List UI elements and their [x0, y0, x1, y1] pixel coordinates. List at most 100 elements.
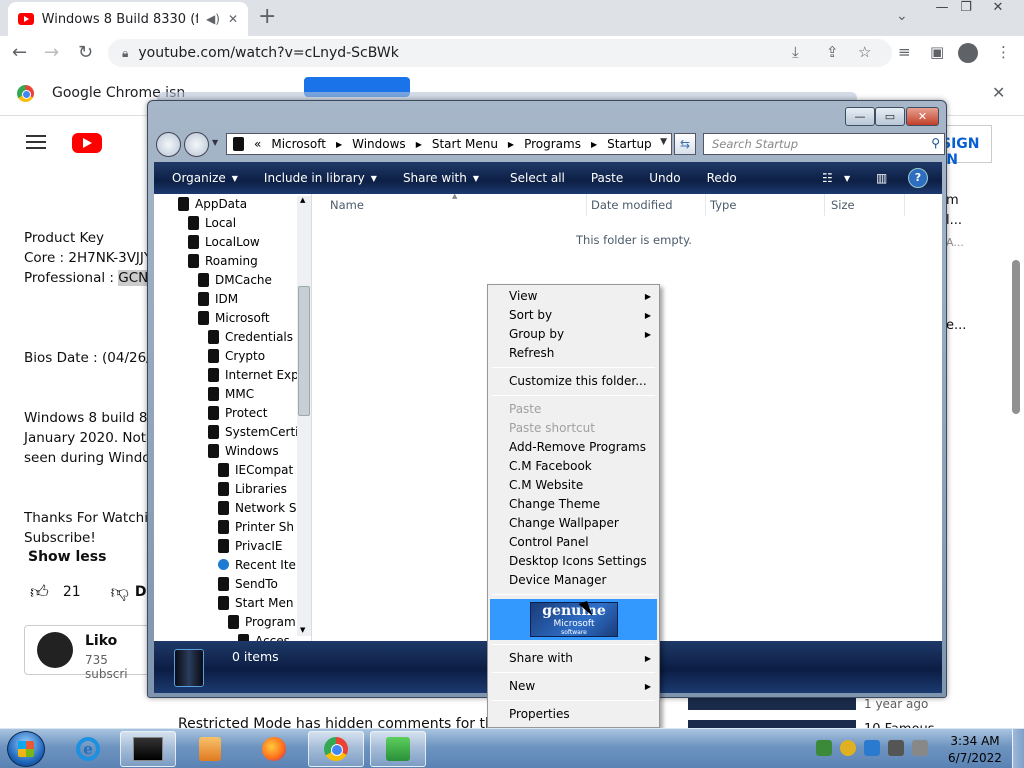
- menu-item[interactable]: New ▶: [488, 677, 659, 696]
- display-icon[interactable]: [888, 740, 904, 756]
- tree-item[interactable]: Crypto: [208, 346, 265, 365]
- explorer-search-input[interactable]: Search Startup ⚲: [703, 133, 945, 155]
- column-divider[interactable]: [705, 194, 706, 216]
- column-type[interactable]: Type: [710, 198, 736, 212]
- tree-item[interactable]: SendTo: [218, 574, 278, 593]
- explorer-back-button[interactable]: [156, 132, 181, 157]
- menu-item[interactable]: Device Manager: [488, 571, 659, 590]
- tree-item[interactable]: Network S: [218, 498, 297, 517]
- breadcrumb-item[interactable]: Startup: [607, 137, 652, 151]
- tree-item[interactable]: SystemCerti: [208, 422, 298, 441]
- tree-item[interactable]: Roaming: [188, 251, 258, 270]
- channel-card[interactable]: Liko 735 subscri: [24, 625, 154, 681]
- tree-item[interactable]: Credentials: [208, 327, 293, 346]
- clock[interactable]: 3:34 AM 6/7/2022: [944, 733, 1006, 767]
- restore-button[interactable]: ❐: [952, 0, 980, 20]
- explorer-forward-button[interactable]: [184, 132, 209, 157]
- tree-item[interactable]: Recent Ite: [218, 555, 296, 574]
- tree-item[interactable]: IECompat: [218, 460, 293, 479]
- notification-icon[interactable]: [840, 740, 856, 756]
- start-button[interactable]: [7, 731, 45, 767]
- lock-icon[interactable]: 🔒︎: [122, 46, 128, 61]
- column-divider[interactable]: [824, 194, 825, 216]
- breadcrumb-chevron-icon[interactable]: ▶: [416, 140, 422, 149]
- menu-item[interactable]: Change Theme: [488, 495, 659, 514]
- taskbar-app[interactable]: [370, 731, 426, 767]
- explorer-close-button[interactable]: ✕: [906, 107, 939, 126]
- tab-search-chevron-icon[interactable]: ⌄: [896, 8, 908, 24]
- channel-avatar[interactable]: [37, 632, 73, 668]
- tree-item[interactable]: Program: [228, 612, 296, 631]
- network-icon[interactable]: [864, 740, 880, 756]
- side-video-thumbnail[interactable]: [688, 720, 856, 728]
- address-bar[interactable]: 🔒︎ youtube.com/watch?v=cLnyd-ScBWk: [108, 39, 892, 67]
- breadcrumb-item[interactable]: Windows: [352, 137, 406, 151]
- volume-muted-icon[interactable]: [912, 740, 928, 756]
- taskbar-firefox[interactable]: [246, 731, 302, 767]
- tree-item[interactable]: Protect: [208, 403, 267, 422]
- tree-item[interactable]: Internet Exp: [208, 365, 299, 384]
- thumbs-up-icon[interactable]: 👍︎: [30, 581, 49, 603]
- menu-item[interactable]: Add-Remove Programs: [488, 438, 659, 457]
- tree-item[interactable]: IDM: [198, 289, 238, 308]
- reload-icon[interactable]: ↻: [78, 42, 93, 63]
- breadcrumb-item[interactable]: Start Menu: [432, 137, 498, 151]
- view-options-icon[interactable]: ☷: [822, 171, 833, 185]
- menu-item[interactable]: Share with ▶: [488, 649, 659, 668]
- tree-item[interactable]: Libraries: [218, 479, 287, 498]
- browser-tab[interactable]: Windows 8 Build 8330 (fbl_ie ◀) ✕: [8, 2, 248, 36]
- scroll-down-icon[interactable]: ▼: [300, 626, 305, 634]
- menu-item[interactable]: Change Wallpaper: [488, 514, 659, 533]
- new-tab-button[interactable]: +: [258, 6, 276, 28]
- side-panel-icon[interactable]: ▣: [930, 43, 944, 61]
- page-scrollbar[interactable]: [1012, 260, 1020, 414]
- side-video-thumbnail[interactable]: [688, 698, 856, 710]
- back-icon[interactable]: ←: [12, 42, 27, 63]
- redo-button[interactable]: Redo: [694, 171, 750, 185]
- breadcrumb-chevron-icon[interactable]: ▶: [591, 140, 597, 149]
- tab-close-icon[interactable]: ✕: [228, 12, 238, 26]
- star-icon[interactable]: ☆: [858, 43, 871, 61]
- address-dropdown-icon[interactable]: ▼: [660, 137, 667, 147]
- recent-pages-chevron-icon[interactable]: ▼: [212, 138, 218, 147]
- profile-icon[interactable]: [958, 43, 978, 67]
- side-video-title[interactable]: e...: [946, 318, 966, 333]
- infobar-close-icon[interactable]: ✕: [992, 83, 1005, 102]
- show-less-button[interactable]: Show less: [28, 549, 106, 565]
- tree-scroll-thumb[interactable]: [298, 286, 310, 416]
- tree-item[interactable]: Start Men: [218, 593, 293, 612]
- search-icon[interactable]: ⚲: [931, 136, 940, 150]
- tree-item[interactable]: PrivacIE: [218, 536, 282, 555]
- organize-menu[interactable]: Organize ▼: [154, 171, 251, 185]
- menu-item[interactable]: Control Panel: [488, 533, 659, 552]
- explorer-maximize-button[interactable]: ▭: [875, 107, 905, 126]
- audio-icon[interactable]: ◀): [206, 12, 220, 26]
- show-desktop-button[interactable]: [1012, 729, 1024, 768]
- chrome-menu-icon[interactable]: ⋮: [996, 43, 1011, 61]
- tree-item[interactable]: Windows: [208, 441, 279, 460]
- preview-pane-icon[interactable]: ▥: [876, 171, 887, 185]
- include-library-menu[interactable]: Include in library ▼: [251, 171, 390, 185]
- menu-item[interactable]: View ▶: [488, 287, 659, 306]
- explorer-minimize-button[interactable]: —: [845, 107, 875, 126]
- menu-item[interactable]: C.M Website: [488, 476, 659, 495]
- view-dropdown-icon[interactable]: ▼: [844, 174, 850, 183]
- column-name[interactable]: Name: [330, 198, 364, 212]
- menu-item[interactable]: Group by ▶: [488, 325, 659, 344]
- security-icon[interactable]: [816, 740, 832, 756]
- youtube-logo-icon[interactable]: [72, 133, 102, 153]
- explorer-refresh-button[interactable]: ⇆: [674, 133, 696, 155]
- taskbar-chrome[interactable]: [308, 731, 364, 767]
- explorer-address-bar[interactable]: « Microsoft ▶ Windows ▶ Start Menu ▶ Progra…: [226, 133, 672, 155]
- channel-name[interactable]: Liko: [85, 633, 117, 649]
- tree-item[interactable]: MMC: [208, 384, 254, 403]
- window-close-button[interactable]: ✕: [984, 0, 1012, 20]
- tree-scrollbar[interactable]: ▲ ▼: [297, 196, 311, 636]
- tree-item[interactable]: AppData: [178, 194, 247, 213]
- select-all-button[interactable]: Select all: [492, 171, 578, 185]
- breadcrumb-chevron-icon[interactable]: ▶: [508, 140, 514, 149]
- menu-item[interactable]: Properties: [488, 705, 659, 724]
- breadcrumb-overflow[interactable]: «: [254, 137, 261, 151]
- menu-item[interactable]: C.M Facebook: [488, 457, 659, 476]
- side-video-title[interactable]: m: [946, 193, 959, 208]
